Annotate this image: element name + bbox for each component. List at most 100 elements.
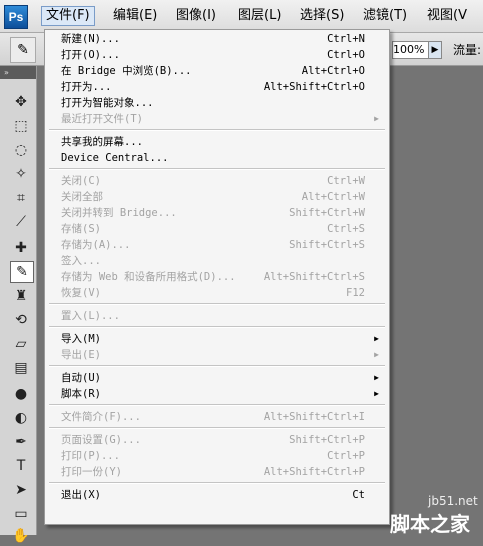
menu-item-shortcut: Alt+Shift+Ctrl+S <box>263 271 365 283</box>
menu-item[interactable]: 共享我的屏幕... <box>61 134 379 150</box>
menu-item-label: 打开为... <box>61 81 112 93</box>
menu-item[interactable]: 打印一份(Y) Alt+Shift+Ctrl+P <box>61 464 379 480</box>
menu-item[interactable]: 存储(S) Ctrl+S <box>61 221 379 237</box>
menu-item-label: 自动(U) <box>61 372 101 384</box>
menu-item[interactable]: 最近打开文件(T) ▶ <box>61 111 379 127</box>
pen-icon[interactable]: ✒ <box>10 432 32 452</box>
menu-item-label: 脚本(R) <box>61 388 101 400</box>
menu-item-label: 存储(S) <box>61 223 101 235</box>
menu-separator <box>49 326 385 328</box>
menu-item-label: 存储为(A)... <box>61 239 131 251</box>
file-menu-dropdown: 新建(N)... Ctrl+N 打开(O)... Ctrl+O 在 Bridge 中浏览… <box>44 29 390 525</box>
watermark-url: jb51.net <box>428 494 478 508</box>
opacity-arrow-icon[interactable]: ▶ <box>428 41 442 59</box>
menu-item-shortcut: Alt+Shift+Ctrl+O <box>263 81 365 93</box>
menu-view[interactable]: 视图(V <box>427 7 467 25</box>
marquee-icon[interactable]: ⬚ <box>10 116 32 136</box>
clone-stamp-icon[interactable]: ♜ <box>10 286 32 306</box>
menu-item-label: 打印一份(Y) <box>61 466 122 478</box>
menu-item[interactable]: 新建(N)... Ctrl+N <box>61 31 379 47</box>
menu-item-shortcut: Shift+Ctrl+S <box>289 239 365 251</box>
submenu-arrow-icon: ▶ <box>374 373 379 382</box>
menu-item[interactable]: 置入(L)... <box>61 308 379 324</box>
menu-item[interactable]: 打开为智能对象... <box>61 95 379 111</box>
menu-file[interactable]: 文件(F) <box>41 6 95 26</box>
menu-item-label: 存储为 Web 和设备所用格式(D)... <box>61 271 236 283</box>
menu-separator <box>49 427 385 429</box>
magic-wand-icon[interactable]: ✧ <box>10 164 32 184</box>
menu-item-shortcut: Alt+Shift+Ctrl+P <box>263 466 365 478</box>
menu-edit[interactable]: 编辑(E) <box>113 7 157 25</box>
hand-icon[interactable]: ✋ <box>10 526 32 546</box>
menu-item-shortcut: Ctrl+W <box>327 175 365 187</box>
eyedropper-icon[interactable]: ⟋ <box>10 212 32 232</box>
menu-separator <box>49 482 385 484</box>
menu-item-label: 在 Bridge 中浏览(B)... <box>61 65 192 77</box>
menu-item-shortcut: Ctrl+P <box>327 450 365 462</box>
menu-item[interactable]: 导入(M) ▶ <box>61 331 379 347</box>
menu-filter[interactable]: 滤镜(T) <box>363 7 407 25</box>
menu-item-label: 文件简介(F)... <box>61 411 141 423</box>
menu-item-label: 共享我的屏幕... <box>61 136 143 148</box>
menu-item[interactable]: 打开为... Alt+Shift+Ctrl+O <box>61 79 379 95</box>
menu-item[interactable]: 关闭(C) Ctrl+W <box>61 173 379 189</box>
menu-item-shortcut: Ct <box>352 489 365 501</box>
menu-item[interactable]: 关闭全部 Alt+Ctrl+W <box>61 189 379 205</box>
menu-item-shortcut: F12 <box>346 287 365 299</box>
menu-item[interactable]: 签入... <box>61 253 379 269</box>
brush-preset-icon[interactable]: ✎ <box>10 37 36 63</box>
menu-item[interactable]: 退出(X) Ct <box>61 487 379 503</box>
submenu-arrow-icon: ▶ <box>374 389 379 398</box>
lasso-icon[interactable]: ◌ <box>10 140 32 160</box>
brush-icon[interactable]: ✎ <box>10 261 34 283</box>
menu-item-shortcut: Ctrl+N <box>327 33 365 45</box>
menu-layer[interactable]: 图层(L) <box>238 7 281 25</box>
menu-item-label: 关闭并转到 Bridge... <box>61 207 177 219</box>
menu-item-shortcut: Shift+Ctrl+P <box>289 434 365 446</box>
menu-item-label: 导入(M) <box>61 333 101 345</box>
opacity-input[interactable]: 100% <box>392 41 432 59</box>
menu-item-label: Device Central... <box>61 152 169 164</box>
menu-item[interactable]: 文件简介(F)... Alt+Shift+Ctrl+I <box>61 409 379 425</box>
menu-item[interactable]: 脚本(R) ▶ <box>61 386 379 402</box>
submenu-arrow-icon: ▶ <box>374 114 379 123</box>
history-brush-icon[interactable]: ⟲ <box>10 310 32 330</box>
menu-item[interactable]: Device Central... <box>61 150 379 166</box>
panel-collapse-icon[interactable]: » <box>0 66 36 79</box>
menu-item[interactable]: 在 Bridge 中浏览(B)... Alt+Ctrl+O <box>61 63 379 79</box>
menu-item-label: 置入(L)... <box>61 310 120 322</box>
photoshop-logo-icon: Ps <box>4 5 28 29</box>
menu-select[interactable]: 选择(S) <box>300 7 344 25</box>
menu-item-label: 打开为智能对象... <box>61 97 154 109</box>
menu-item[interactable]: 关闭并转到 Bridge... Shift+Ctrl+W <box>61 205 379 221</box>
menu-separator <box>49 404 385 406</box>
menu-item[interactable]: 导出(E) ▶ <box>61 347 379 363</box>
menu-item-label: 签入... <box>61 255 101 267</box>
menu-item[interactable]: 恢复(V) F12 <box>61 285 379 301</box>
blur-icon[interactable]: ● <box>10 384 32 404</box>
menu-item-shortcut: Ctrl+O <box>327 49 365 61</box>
healing-brush-icon[interactable]: ✚ <box>10 238 32 258</box>
menu-item[interactable]: 自动(U) ▶ <box>61 370 379 386</box>
menu-item[interactable]: 页面设置(G)... Shift+Ctrl+P <box>61 432 379 448</box>
crop-icon[interactable]: ⌗ <box>10 188 32 208</box>
gradient-icon[interactable]: ▤ <box>10 358 32 378</box>
menu-item[interactable]: 打印(P)... Ctrl+P <box>61 448 379 464</box>
menu-item[interactable]: 打开(O)... Ctrl+O <box>61 47 379 63</box>
menu-image[interactable]: 图像(I) <box>176 7 216 25</box>
shape-icon[interactable]: ▭ <box>10 504 32 524</box>
menu-item-shortcut: Ctrl+S <box>327 223 365 235</box>
tools-panel: » ✥ ⬚ ◌ ✧ ⌗ ⟋ ✚ ✎ ♜ ⟲ ▱ ▤ ● ◐ ✒ T ➤ ▭ ✋ <box>0 66 37 544</box>
type-icon[interactable]: T <box>10 456 32 476</box>
menu-item-shortcut: Alt+Ctrl+W <box>301 191 365 203</box>
menu-item-label: 新建(N)... <box>61 33 120 45</box>
menu-item[interactable]: 存储为 Web 和设备所用格式(D)... Alt+Shift+Ctrl+S <box>61 269 379 285</box>
dodge-icon[interactable]: ◐ <box>10 408 32 428</box>
eraser-icon[interactable]: ▱ <box>10 334 32 354</box>
menu-separator <box>49 303 385 305</box>
menu-item-label: 关闭全部 <box>61 191 103 203</box>
path-select-icon[interactable]: ➤ <box>10 480 32 500</box>
menu-item[interactable]: 存储为(A)... Shift+Ctrl+S <box>61 237 379 253</box>
move-icon[interactable]: ✥ <box>10 92 32 112</box>
menu-separator <box>49 168 385 170</box>
